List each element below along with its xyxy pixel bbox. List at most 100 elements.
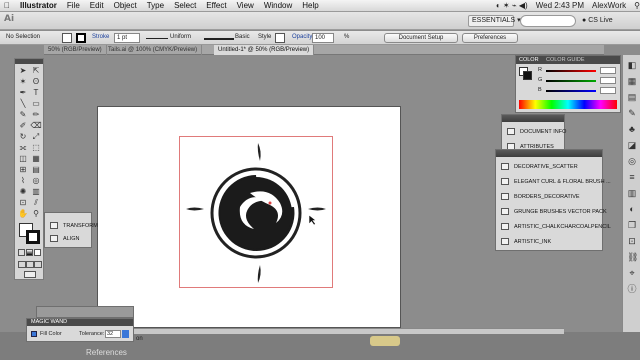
tools-panel-title[interactable] [15, 59, 43, 64]
brush-library-icon[interactable] [501, 208, 509, 215]
transform-icon[interactable] [50, 222, 58, 229]
perspective-tool-icon[interactable]: ▦ [30, 153, 42, 164]
tab-color[interactable]: COLOR [519, 57, 539, 63]
document-setup-button[interactable]: Document Setup [384, 33, 458, 43]
transparency-icon[interactable]: ◐ [627, 205, 637, 214]
dock-item[interactable] [370, 336, 400, 346]
direct-selection-tool-icon[interactable]: ⇱ [30, 65, 42, 76]
graph-tool-icon[interactable]: ▥ [30, 186, 42, 197]
blob-brush-tool-icon[interactable]: ✐ [17, 120, 29, 131]
gradient-panel-icon[interactable]: ▥ [627, 189, 637, 198]
none-mode-icon[interactable] [34, 249, 41, 256]
eyedropper-tool-icon[interactable]: ⌇ [17, 175, 29, 186]
brush-library-item[interactable]: ELEGANT CURL & FLORAL BRUSH ... [514, 179, 611, 185]
brush-library-icon[interactable] [501, 163, 509, 170]
artboards-icon[interactable]: ⊡ [627, 237, 637, 246]
lasso-tool-icon[interactable]: ʘ [30, 76, 42, 87]
style-swatch[interactable] [275, 33, 285, 43]
pencil-tool-icon[interactable]: ✏ [30, 109, 42, 120]
align-icon[interactable] [50, 235, 58, 242]
swatches-icon[interactable]: ▤ [627, 93, 637, 102]
pen-tool-icon[interactable]: ✒ [17, 87, 29, 98]
stroke-label[interactable]: Stroke [92, 34, 109, 40]
opacity-field[interactable]: 100 [312, 33, 334, 43]
document-info-icon[interactable] [507, 128, 515, 135]
slice-tool-icon[interactable]: ⫽ [30, 197, 42, 208]
stroke-panel-icon[interactable]: ≡ [627, 173, 637, 182]
opacity-label[interactable]: Opacity [292, 34, 312, 40]
brush-library-item[interactable]: GRUNGE BRUSHES VECTOR PACK [514, 209, 607, 215]
channel-g-field[interactable] [600, 77, 616, 84]
menu-illustrator[interactable]: Illustrator [20, 1, 57, 10]
menu-effect[interactable]: Effect [206, 1, 226, 10]
blend-tool-icon[interactable]: ◎ [30, 175, 42, 186]
cs-live-button[interactable]: ● CS Live [582, 15, 632, 27]
brush-library-item[interactable]: ARTISTIC_CHALKCHARCOALPENCIL [514, 224, 611, 230]
search-input[interactable] [520, 15, 576, 27]
tab-document-1[interactable]: 50% (RGB/Preview) [44, 45, 107, 55]
width-tool-icon[interactable]: ⟗ [17, 142, 29, 153]
brush-library-item[interactable]: ARTISTIC_INK [514, 239, 551, 245]
clock[interactable]: Wed 2:43 PM [536, 1, 584, 10]
menu-select[interactable]: Select [174, 1, 196, 10]
tolerance-field[interactable]: 32 [105, 330, 121, 338]
stroke-swatch[interactable] [76, 33, 86, 43]
type-tool-icon[interactable]: T [30, 87, 42, 98]
artboard-tool-icon[interactable]: ⊡ [17, 197, 29, 208]
hand-tool-icon[interactable]: ✋ [17, 208, 29, 219]
symbol-sprayer-tool-icon[interactable]: ✺ [17, 186, 29, 197]
channel-b-field[interactable] [600, 87, 616, 94]
selection-tool-icon[interactable]: ➤ [17, 65, 29, 76]
draw-behind-icon[interactable] [26, 261, 34, 268]
menu-window[interactable]: Window [264, 1, 292, 10]
info-icon[interactable]: ⓘ [627, 285, 637, 294]
brush-libraries-titlebar[interactable] [496, 150, 602, 157]
draw-inside-icon[interactable] [34, 261, 42, 268]
tolerance-stepper[interactable] [122, 330, 129, 338]
free-transform-tool-icon[interactable]: ⬚ [30, 142, 42, 153]
brush-select[interactable]: Basic [235, 34, 250, 40]
swirl-emblem-artwork[interactable] [180, 137, 332, 287]
menu-edit[interactable]: Edit [90, 1, 104, 10]
color-spectrum-bar[interactable] [519, 100, 617, 109]
brush-library-icon[interactable] [501, 178, 509, 185]
symbols-icon[interactable]: ♣ [627, 125, 637, 134]
screen-mode-icon[interactable] [24, 271, 36, 278]
shape-builder-tool-icon[interactable]: ◫ [17, 153, 29, 164]
collapsed-panel-stack[interactable] [36, 306, 134, 318]
links-icon[interactable]: ⛓ [627, 253, 638, 262]
gradient-tool-icon[interactable]: ▤ [30, 164, 42, 175]
appearance-icon[interactable]: ◎ [627, 157, 637, 166]
rectangle-tool-icon[interactable]: ▭ [30, 98, 42, 109]
layers-icon[interactable]: ❐ [627, 221, 637, 230]
apple-menu-icon[interactable]:  [4, 1, 10, 10]
mesh-tool-icon[interactable]: ⊞ [17, 164, 29, 175]
draw-normal-icon[interactable] [18, 261, 26, 268]
eraser-tool-icon[interactable]: ⌫ [30, 120, 42, 131]
color-stroke-box[interactable] [523, 71, 532, 80]
color-guide-icon[interactable]: ▦ [627, 77, 637, 86]
paintbrush-tool-icon[interactable]: ✎ [17, 109, 29, 120]
spotlight-icon[interactable]: ⚲ [634, 1, 640, 10]
scale-tool-icon[interactable]: ⤢ [30, 131, 42, 142]
document-info-item[interactable]: DOCUMENT INFO [520, 129, 566, 135]
menu-type[interactable]: Type [147, 1, 164, 10]
brush-library-icon[interactable] [501, 238, 509, 245]
profile-select[interactable]: Uniform [170, 34, 191, 40]
stroke-weight-field[interactable]: 1 pt [114, 33, 140, 43]
brush-library-icon[interactable] [501, 193, 509, 200]
user-name[interactable]: AlexWork [592, 1, 626, 10]
color-mode-icon[interactable] [18, 249, 25, 256]
magic-wand-tool-icon[interactable]: ✶ [17, 76, 29, 87]
navigator-icon[interactable]: ⌖ [627, 269, 637, 278]
brush-library-item[interactable]: DECORATIVE_SCATTER [514, 164, 578, 170]
channel-r-slider[interactable] [546, 70, 596, 72]
color-panel-icon[interactable]: ◧ [627, 61, 637, 70]
preferences-button[interactable]: Preferences [462, 33, 518, 43]
tab-tails[interactable]: Tails.ai @ 100% (CMYK/Preview) [104, 45, 203, 55]
rotate-tool-icon[interactable]: ↻ [17, 131, 29, 142]
fill-color-checkbox[interactable] [31, 331, 37, 337]
stroke-color-box[interactable] [26, 230, 40, 244]
tab-color-guide[interactable]: COLOR GUIDE [546, 57, 585, 63]
brushes-icon[interactable]: ✎ [627, 109, 637, 118]
